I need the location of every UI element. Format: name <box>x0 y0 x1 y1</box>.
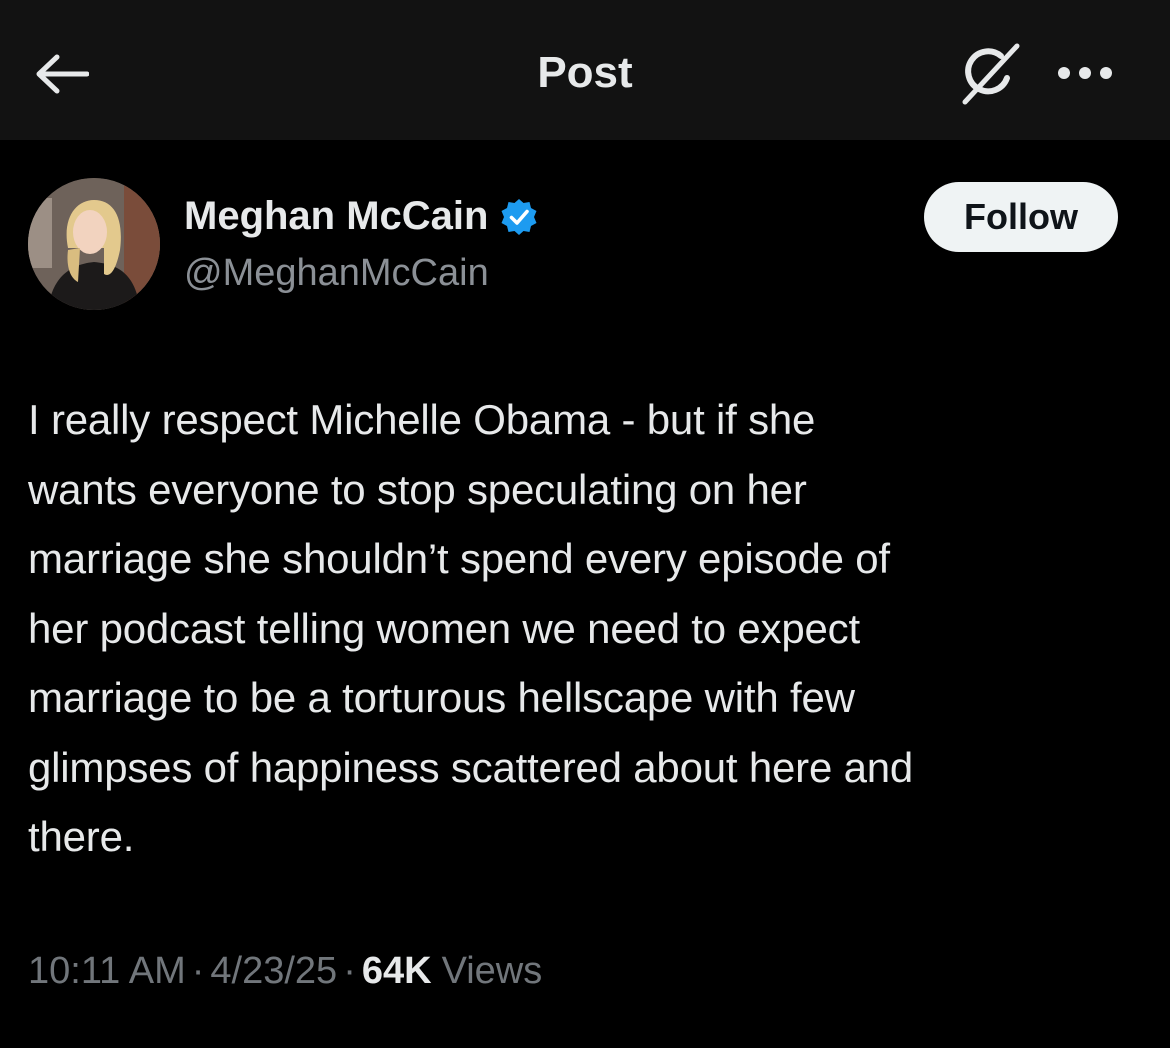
post-metadata: 10:11 AM · 4/23/25 · 64K Views <box>28 950 542 993</box>
post-date[interactable]: 4/23/25 <box>210 950 337 993</box>
post-text-line: marriage to be a torturous hellscape wit… <box>28 674 855 721</box>
post-text-line: I really respect Michelle Obama - but if… <box>28 396 816 443</box>
follow-button[interactable]: Follow <box>924 182 1118 252</box>
more-options-button[interactable] <box>1050 55 1120 95</box>
more-horizontal-icon <box>1057 66 1113 85</box>
separator-dot: · <box>191 950 205 992</box>
post-text-line: her podcast telling women we need to exp… <box>28 604 860 652</box>
author-name[interactable]: Meghan McCain <box>184 194 540 239</box>
views-count[interactable]: 64K <box>362 950 432 993</box>
verified-badge-icon <box>498 196 540 238</box>
author-handle[interactable]: @MeghanMcCain <box>184 252 489 295</box>
grok-button[interactable] <box>952 42 1028 110</box>
separator-dot: · <box>343 950 356 992</box>
top-bar: Post <box>0 0 1170 140</box>
views-label[interactable]: Views <box>442 950 543 993</box>
post-text-line: wants everyone to stop speculating on he… <box>28 465 807 513</box>
post-time[interactable]: 10:11 AM <box>28 950 186 993</box>
grok-icon <box>957 42 1023 111</box>
avatar[interactable] <box>28 178 160 310</box>
post-text-line: glimpses of happiness scattered about he… <box>28 743 914 791</box>
author-name-text: Meghan McCain <box>184 194 489 238</box>
post-text: I really respect Michelle Obama - but if… <box>28 385 1143 872</box>
post-text-line: marriage she shouldn’t spend every episo… <box>28 535 890 582</box>
post-text-line: there. <box>28 813 135 860</box>
